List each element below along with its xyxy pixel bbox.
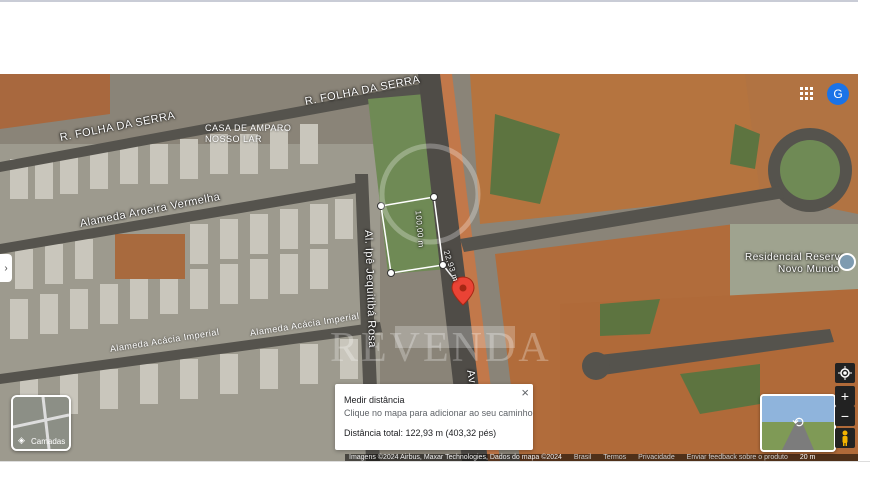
apps-grid-icon[interactable] xyxy=(800,87,814,101)
place-marker-icon[interactable] xyxy=(838,253,856,271)
country-link[interactable]: Brasil xyxy=(574,454,592,461)
terms-link[interactable]: Termos xyxy=(603,454,626,461)
zoom-in-button[interactable]: + xyxy=(835,386,855,406)
pegman-icon[interactable] xyxy=(835,428,855,448)
account-avatar[interactable]: G xyxy=(827,83,849,105)
layers-label: Camadas xyxy=(31,437,66,446)
measure-total: Distância total: 122,93 m (403,32 pés) xyxy=(344,428,497,438)
street-view-thumbnail[interactable]: ⟲ xyxy=(760,394,836,452)
imagery-attribution: Imagens ©2024 Airbus, Maxar Technologies… xyxy=(349,454,562,461)
poi-label: CASA DE AMPARO xyxy=(205,123,292,133)
rotate-icon: ⟲ xyxy=(792,414,804,430)
feedback-link[interactable]: Enviar feedback sobre o produto xyxy=(687,454,788,461)
place-label: Residencial Reserva xyxy=(745,252,847,263)
page-bottom-strip xyxy=(0,461,870,490)
scale-label[interactable]: 20 m xyxy=(800,454,816,461)
zoom-out-button[interactable]: − xyxy=(835,406,855,426)
poi-label: NOSSO LAR xyxy=(205,134,263,144)
place-label: Novo Mundo xyxy=(778,264,840,275)
measure-title: Medir distância xyxy=(344,395,405,405)
measure-distance-card: Medir distância Clique no mapa para adic… xyxy=(335,384,533,450)
watermark-text: REVENDA xyxy=(330,325,552,371)
expand-panel-arrow-icon[interactable]: › xyxy=(0,254,12,282)
privacy-link[interactable]: Privacidade xyxy=(638,454,675,461)
my-location-icon[interactable] xyxy=(835,363,855,383)
measure-hint: Clique no mapa para adicionar ao seu cam… xyxy=(344,408,533,418)
top-header-bar xyxy=(0,0,858,76)
layers-icon: ◈ xyxy=(18,435,25,445)
close-icon[interactable]: × xyxy=(521,385,529,400)
layers-button[interactable]: ◈ Camadas xyxy=(11,395,71,451)
